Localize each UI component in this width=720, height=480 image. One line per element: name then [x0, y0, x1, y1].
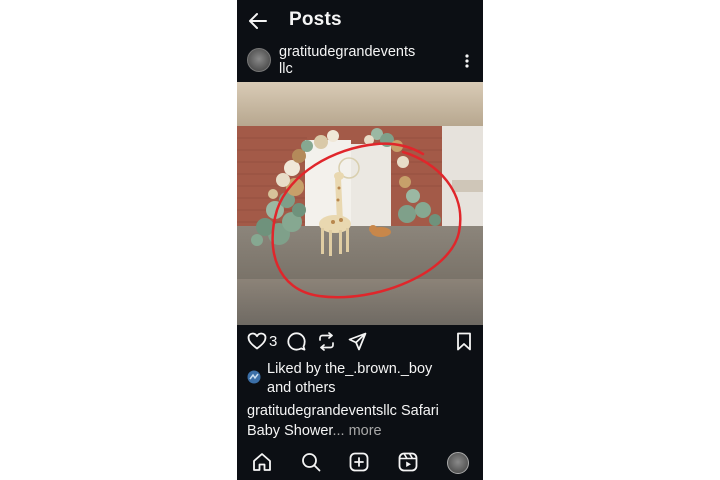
liked-by-prefix: Liked by: [267, 361, 326, 377]
comment-icon[interactable]: [287, 332, 306, 351]
caption-ellipsis: ...: [332, 423, 345, 439]
create-icon[interactable]: [349, 452, 369, 472]
liked-by-others[interactable]: and others: [267, 380, 336, 396]
bookmark-icon[interactable]: [456, 332, 472, 351]
caption-more-link[interactable]: more: [345, 423, 382, 439]
page-title: Posts: [289, 9, 342, 30]
post-image[interactable]: [237, 82, 483, 325]
top-bar: Posts: [237, 0, 483, 42]
liker-avatar-icon: [247, 370, 261, 384]
search-icon[interactable]: [301, 452, 321, 472]
like-count[interactable]: 3: [269, 333, 277, 350]
caption-text-2: Baby Shower: [247, 423, 333, 439]
repost-icon[interactable]: [317, 332, 336, 351]
post-caption: gratitudegrandeventsllc Safari Baby Show…: [247, 401, 479, 441]
arrow-left-icon[interactable]: [247, 10, 269, 32]
username-line-2[interactable]: llc: [279, 61, 459, 78]
phone-screen: Posts gratitudegrandevents llc 3 Liked b…: [237, 0, 483, 480]
avatar[interactable]: [247, 48, 271, 72]
post-actions: 3: [237, 328, 483, 356]
profile-avatar[interactable]: [447, 452, 469, 474]
more-vertical-icon[interactable]: [460, 52, 474, 70]
home-icon[interactable]: [252, 452, 272, 472]
share-icon[interactable]: [348, 332, 367, 351]
reels-icon[interactable]: [398, 452, 418, 472]
heart-icon[interactable]: [247, 332, 267, 350]
caption-text-1: Safari: [396, 403, 439, 419]
post-username[interactable]: gratitudegrandevents llc: [279, 44, 459, 78]
caption-username[interactable]: gratitudegrandeventsllc: [247, 403, 397, 419]
post-header: gratitudegrandevents llc: [237, 42, 483, 82]
liked-by-user[interactable]: the_.brown._boy: [325, 361, 432, 377]
username-line-1[interactable]: gratitudegrandevents: [279, 44, 459, 61]
bottom-nav: [237, 446, 483, 480]
